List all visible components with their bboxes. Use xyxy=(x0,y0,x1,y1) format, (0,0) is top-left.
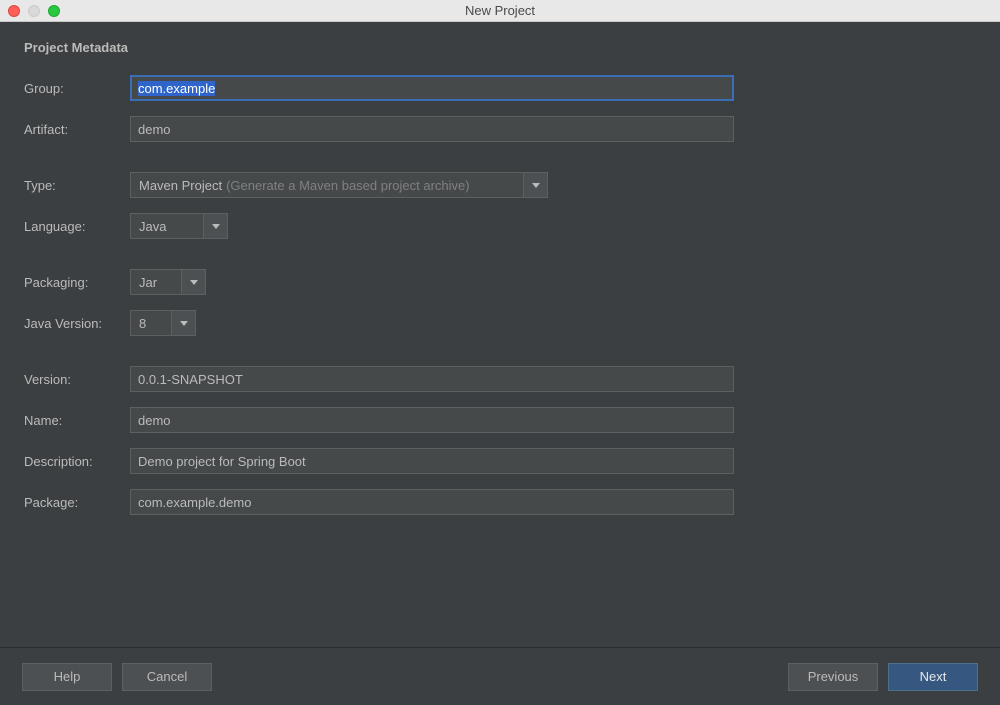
cancel-button[interactable]: Cancel xyxy=(122,663,212,691)
language-label: Language: xyxy=(24,219,130,234)
description-label: Description: xyxy=(24,454,130,469)
name-label: Name: xyxy=(24,413,130,428)
help-button[interactable]: Help xyxy=(22,663,112,691)
packaging-select-value: Jar xyxy=(130,269,182,295)
description-input[interactable] xyxy=(130,448,734,474)
packaging-dropdown-button[interactable] xyxy=(182,269,206,295)
chevron-down-icon xyxy=(532,183,540,188)
dialog-footer: Help Cancel Previous Next xyxy=(0,647,1000,705)
name-input[interactable] xyxy=(130,407,734,433)
titlebar: New Project xyxy=(0,0,1000,22)
artifact-label: Artifact: xyxy=(24,122,130,137)
language-select-value: Java xyxy=(130,213,204,239)
language-select[interactable]: Java xyxy=(130,213,228,239)
minimize-window-button xyxy=(28,5,40,17)
type-label: Type: xyxy=(24,178,130,193)
java-version-label: Java Version: xyxy=(24,316,130,331)
packaging-select[interactable]: Jar xyxy=(130,269,206,295)
package-input[interactable] xyxy=(130,489,734,515)
group-label: Group: xyxy=(24,81,130,96)
next-button[interactable]: Next xyxy=(888,663,978,691)
previous-button[interactable]: Previous xyxy=(788,663,878,691)
close-window-button[interactable] xyxy=(8,5,20,17)
section-title: Project Metadata xyxy=(24,40,976,55)
type-select-value: Maven Project (Generate a Maven based pr… xyxy=(130,172,524,198)
window-controls xyxy=(0,5,60,17)
language-dropdown-button[interactable] xyxy=(204,213,228,239)
java-version-select[interactable]: 8 xyxy=(130,310,196,336)
java-version-select-value: 8 xyxy=(130,310,172,336)
packaging-label: Packaging: xyxy=(24,275,130,290)
type-select[interactable]: Maven Project (Generate a Maven based pr… xyxy=(130,172,548,198)
artifact-input[interactable] xyxy=(130,116,734,142)
dialog-content: Project Metadata Group: Artifact: Type: … xyxy=(0,22,1000,647)
type-hint: (Generate a Maven based project archive) xyxy=(226,178,470,193)
type-value-text: Maven Project xyxy=(139,178,222,193)
java-version-dropdown-button[interactable] xyxy=(172,310,196,336)
chevron-down-icon xyxy=(212,224,220,229)
version-input[interactable] xyxy=(130,366,734,392)
window-title: New Project xyxy=(0,3,1000,18)
package-label: Package: xyxy=(24,495,130,510)
group-input[interactable] xyxy=(130,75,734,101)
form: Group: Artifact: Type: Maven Project (Ge… xyxy=(24,75,976,647)
chevron-down-icon xyxy=(190,280,198,285)
version-label: Version: xyxy=(24,372,130,387)
type-dropdown-button[interactable] xyxy=(524,172,548,198)
chevron-down-icon xyxy=(180,321,188,326)
maximize-window-button[interactable] xyxy=(48,5,60,17)
